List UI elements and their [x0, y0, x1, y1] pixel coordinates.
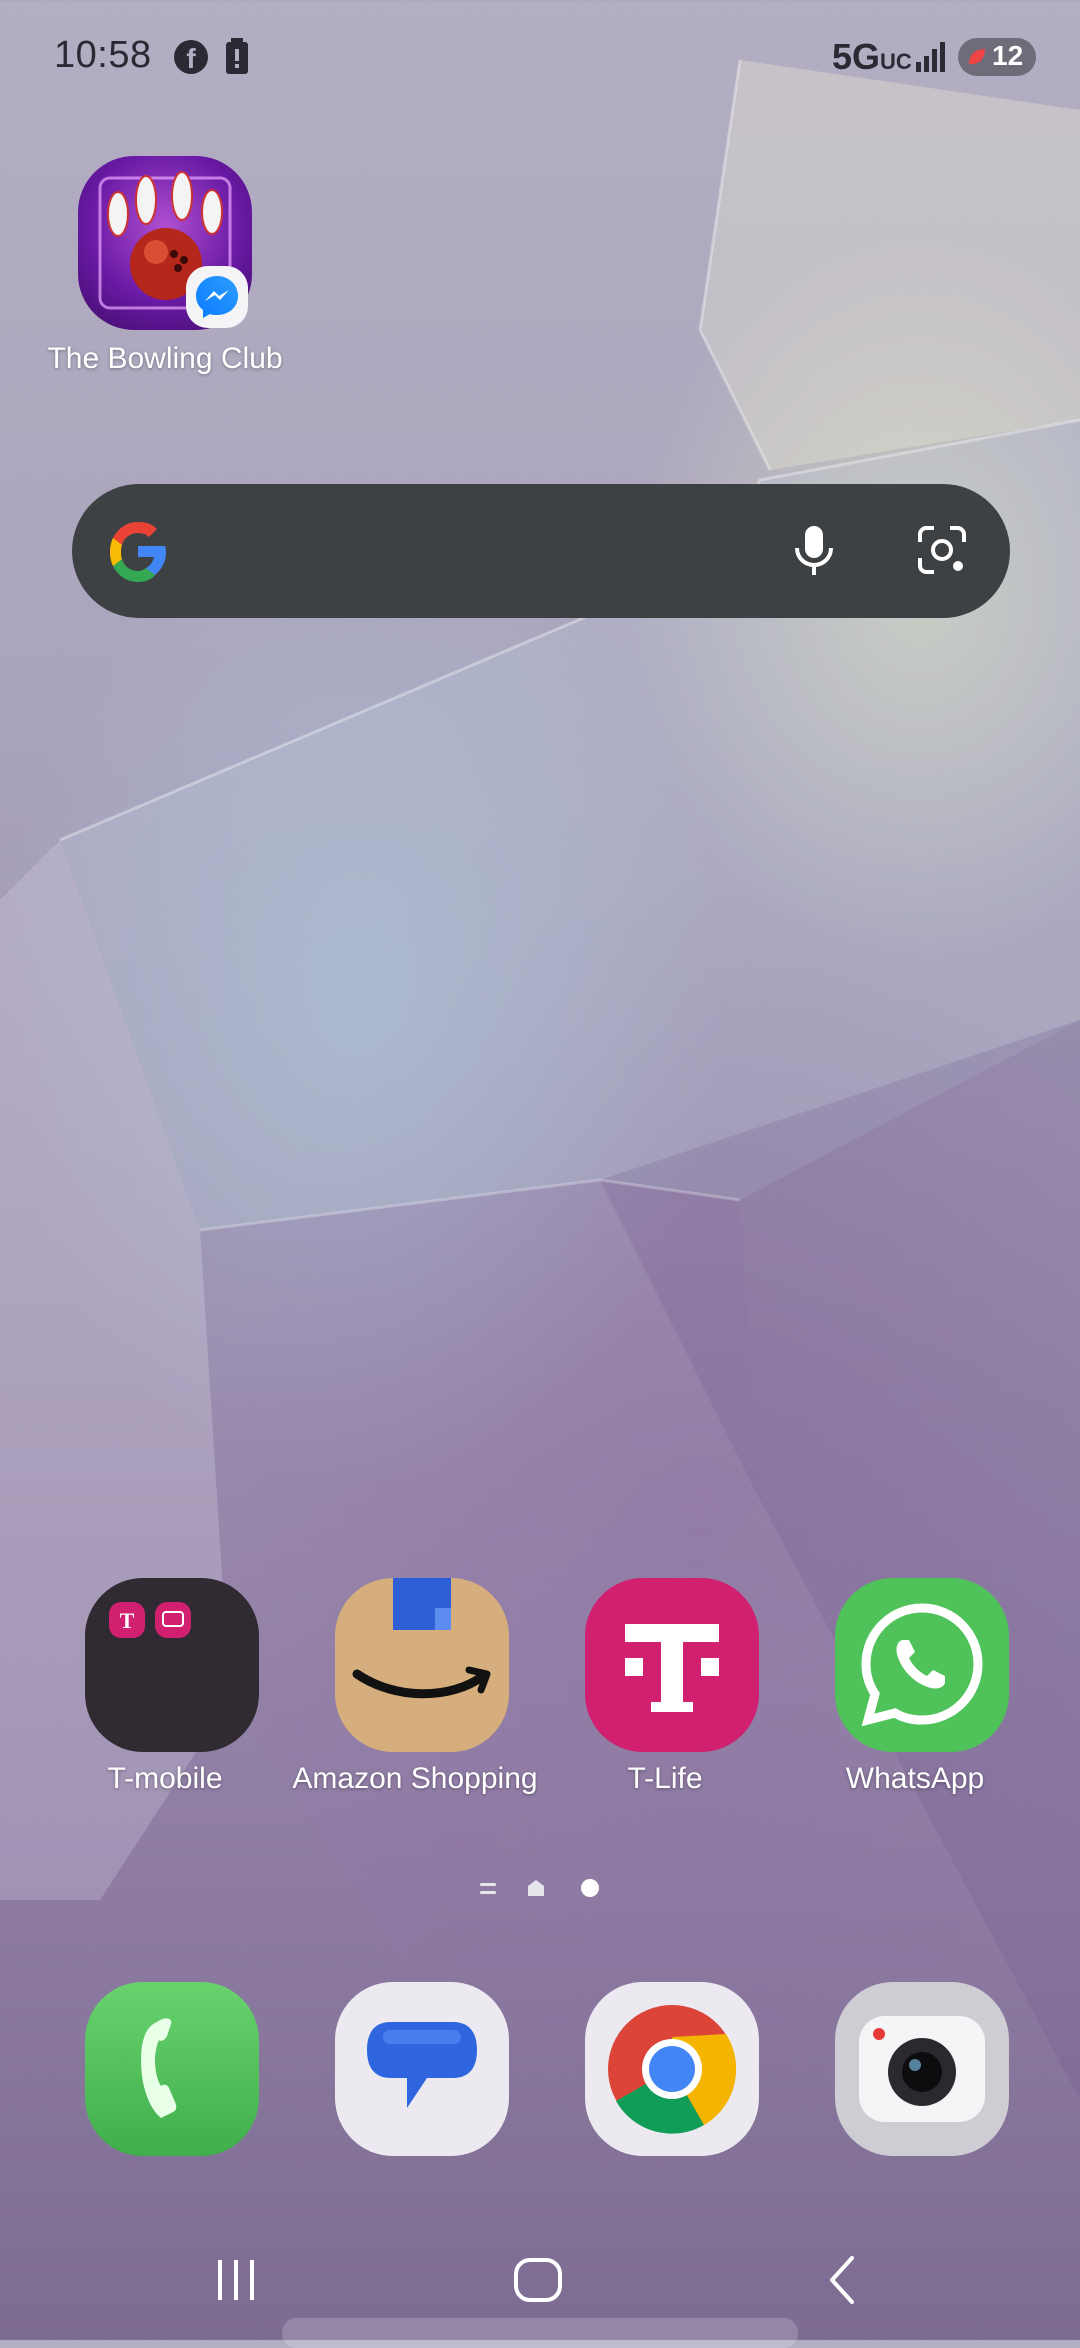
battery-level: 12: [992, 40, 1024, 71]
app-label: WhatsApp: [845, 1762, 985, 1795]
app-label: T-Life: [627, 1762, 703, 1795]
app-label: Amazon Shopping: [292, 1762, 538, 1795]
whatsapp-icon: [835, 1578, 1009, 1752]
messenger-icon: [186, 266, 248, 328]
svg-text:T: T: [120, 1608, 135, 1633]
amazon-icon: [335, 1578, 509, 1752]
recent-apps-icon[interactable]: [210, 2254, 262, 2306]
google-search-bar[interactable]: [72, 484, 1010, 618]
messages-icon: [335, 1982, 509, 2156]
phone-icon: [85, 1982, 259, 2156]
gesture-handle[interactable]: [282, 2318, 798, 2348]
chrome-icon: [585, 1982, 759, 2156]
menu-lines-icon: [480, 1883, 496, 1894]
battery-alert-icon: [226, 38, 248, 74]
clock: 10:58: [54, 34, 152, 76]
folder-icon: T: [85, 1578, 259, 1752]
battery-saver-icon: [969, 49, 985, 65]
home-button-icon[interactable]: [510, 2254, 568, 2306]
page-indicator[interactable]: [478, 1874, 608, 1904]
microphone-icon[interactable]: [784, 520, 844, 580]
camera-icon: [835, 1982, 1009, 2156]
facebook-icon: f: [174, 40, 208, 74]
status-bar: 10:58 f 5GUC 12: [0, 0, 1080, 110]
t-life-icon: [585, 1578, 759, 1752]
current-page-dot: [581, 1879, 599, 1897]
app-label: T-mobile: [107, 1762, 223, 1795]
back-icon[interactable]: [818, 2254, 870, 2306]
google-logo-icon: [110, 522, 166, 582]
network-type: 5GUC: [832, 36, 912, 77]
signal-icon: [916, 42, 945, 72]
google-lens-icon[interactable]: [912, 520, 972, 580]
home-page-icon: [528, 1880, 544, 1896]
app-label: The Bowling Club: [47, 342, 283, 375]
